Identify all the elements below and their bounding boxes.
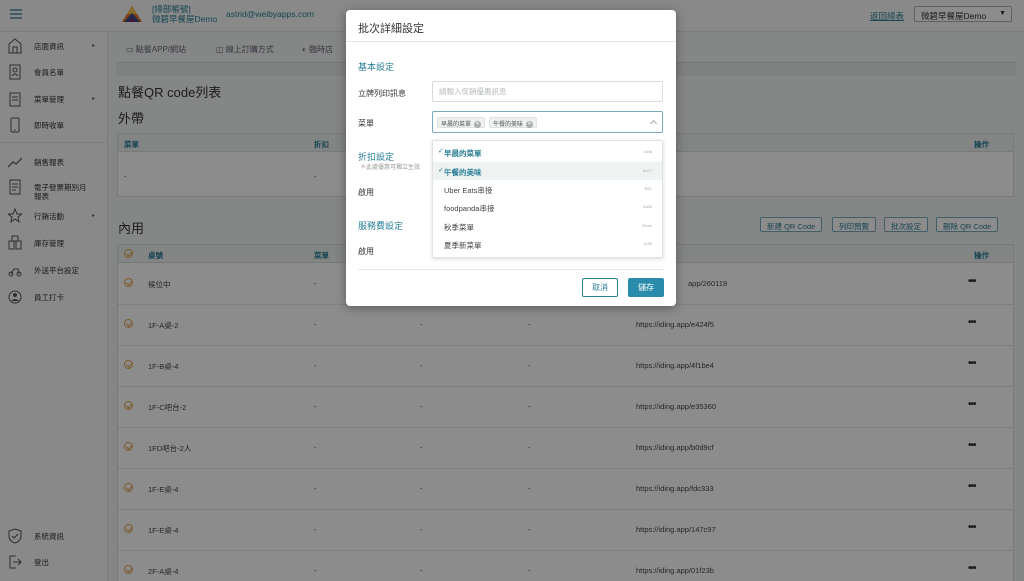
print-message-input[interactable] — [432, 81, 663, 102]
modal-title: 批次詳細設定 — [358, 23, 424, 35]
dropdown-option[interactable]: 秋季菜單 4f1ea — [433, 217, 662, 235]
option-code: 1138 — [643, 241, 652, 246]
print-message-label: 立牌列印訊息 — [358, 89, 406, 98]
option-label: foodpanda串接 — [444, 204, 495, 213]
dropdown-option[interactable]: foodpanda串接 5d8b — [433, 198, 662, 216]
dropdown-option[interactable]: 夏季新菜單 1138 — [433, 235, 662, 253]
discount-enable-label: 啟用 — [358, 188, 374, 197]
tag-label: 早晨的菜單 — [441, 122, 472, 128]
selected-tag: 早晨的菜單 ✕ — [437, 117, 486, 128]
chevron-up-icon — [649, 119, 658, 128]
discount-hint: ＊此處優惠可獨立生效 — [360, 165, 421, 171]
save-button[interactable]: 儲存 — [628, 278, 664, 297]
option-label: 早晨的菜單 — [444, 149, 482, 158]
dropdown-option[interactable]: ✓ 午餐的美味 8a77 — [433, 162, 662, 180]
option-code: 5d8b — [643, 204, 652, 209]
option-label: 秋季菜單 — [444, 223, 474, 232]
option-code: 44fa — [644, 149, 652, 154]
service-fee-heading: 服務費設定 — [358, 221, 404, 231]
basic-settings-heading: 基本設定 — [358, 62, 395, 72]
remove-tag-icon[interactable]: ✕ — [474, 120, 482, 128]
menu-dropdown-list: ✓ 早晨的菜單 44fa ✓ 午餐的美味 8a77 Uber Eats串接 3f… — [432, 140, 663, 258]
cancel-button[interactable]: 取消 — [582, 278, 618, 297]
option-code: 8a77 — [643, 168, 652, 173]
dropdown-option[interactable]: Uber Eats串接 3f51 — [433, 180, 662, 198]
check-icon: ✓ — [438, 167, 444, 174]
service-fee-enable-label: 啟用 — [358, 247, 374, 256]
menu-label: 菜單 — [358, 119, 374, 128]
selected-tag: 午餐的美味 ✕ — [489, 117, 538, 128]
modal-footer-divider — [358, 269, 664, 270]
modal-divider — [346, 41, 676, 42]
option-code: 3f51 — [644, 186, 652, 191]
option-label: 夏季新菜單 — [444, 241, 482, 250]
option-label: 午餐的美味 — [444, 168, 482, 177]
option-label: Uber Eats串接 — [444, 186, 493, 195]
tag-label: 午餐的美味 — [493, 122, 524, 128]
remove-tag-icon[interactable]: ✕ — [526, 120, 534, 128]
menu-multiselect[interactable]: 早晨的菜單 ✕ 午餐的美味 ✕ — [432, 111, 663, 133]
batch-settings-modal: 批次詳細設定 基本設定 立牌列印訊息 菜單 早晨的菜單✕ 午餐的美味✕ 折扣設定… — [346, 10, 676, 306]
check-icon: ✓ — [438, 148, 444, 155]
dropdown-option[interactable]: ✓ 早晨的菜單 44fa — [433, 143, 662, 161]
option-code: 4f1ea — [641, 223, 652, 228]
